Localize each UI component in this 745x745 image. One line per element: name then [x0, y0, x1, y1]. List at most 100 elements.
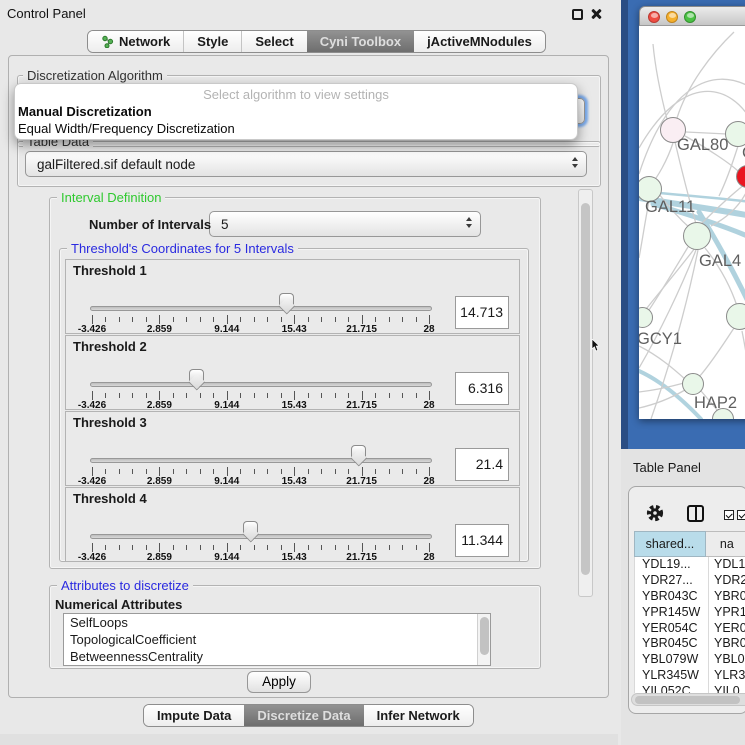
bottom-strip: [0, 734, 618, 745]
network-canvas[interactable]: GAL80 G C GAL11 GAL4 GCY1 H HAP2: [639, 26, 745, 419]
listbox-scrollbar[interactable]: [477, 614, 490, 665]
scrollbar-thumb[interactable]: [480, 617, 489, 655]
combo-stepper-icon: [466, 217, 472, 228]
node-label-gal4: GAL4: [699, 252, 741, 271]
table-row[interactable]: YER054CYER0: [635, 621, 745, 637]
bottom-tab-bar: Impute Data Discretize Data Infer Networ…: [143, 704, 474, 727]
attributes-listbox[interactable]: SelfLoops TopologicalCoefficient Between…: [63, 613, 491, 666]
tab-jactivemnodules[interactable]: jActiveMNodules: [414, 31, 545, 52]
node-label-hap2: HAP2: [694, 394, 737, 413]
threshold-slider-2[interactable]: -3.4262.8599.14415.4321.71528: [66, 336, 519, 409]
tab-network[interactable]: Network: [88, 31, 183, 52]
table-hscrollbar[interactable]: [631, 693, 745, 706]
threshold-slider-1[interactable]: -3.4262.8599.14415.4321.71528: [66, 260, 519, 333]
slider-track[interactable]: [90, 458, 432, 463]
checkbox-icon[interactable]: [737, 510, 745, 520]
close-icon[interactable]: [590, 8, 602, 20]
list-item[interactable]: BetweennessCentrality: [64, 648, 490, 665]
threshold-slider-4[interactable]: -3.4262.8599.14415.4321.71528: [66, 488, 519, 561]
table-panel-body: shared... na YDL19...YDL1 YDR27...YDR2 Y…: [628, 486, 745, 714]
node-label-gal11: GAL11: [645, 198, 695, 217]
table-row[interactable]: YDR27...YDR2: [635, 573, 745, 589]
tab-infer-network[interactable]: Infer Network: [364, 705, 473, 726]
table-toolbar: [629, 487, 745, 529]
popup-placeholder: Select algorithm to view settings: [15, 86, 577, 103]
combo-stepper-icon: [572, 157, 578, 168]
interval-definition-group-label: Interval Definition: [57, 190, 165, 205]
network-node-hap2[interactable]: [682, 373, 704, 395]
threshold-value-field[interactable]: 6.316: [455, 372, 509, 405]
algorithm-dropdown-popup: Select algorithm to view settings Manual…: [14, 83, 578, 140]
slider-knob[interactable]: [279, 293, 294, 305]
node-table: shared... na YDL19...YDL1 YDR27...YDR2 Y…: [634, 531, 745, 693]
slider-knob[interactable]: [243, 521, 258, 533]
popup-option-equal-width-frequency[interactable]: Equal Width/Frequency Discretization: [15, 120, 577, 137]
threshold-value-field[interactable]: 21.4: [455, 448, 509, 481]
split-view-icon[interactable]: [687, 505, 704, 522]
checkbox-icon[interactable]: [724, 510, 734, 520]
table-data-combobox[interactable]: galFiltered.sif default node: [25, 151, 587, 177]
network-view-panel: GAL80 G C GAL11 GAL4 GCY1 H HAP2: [621, 0, 745, 449]
table-row[interactable]: YBR045CYBR0: [635, 636, 745, 652]
slider-knob[interactable]: [189, 369, 204, 381]
slider-knob[interactable]: [351, 445, 366, 457]
settings-scrollbar[interactable]: [578, 189, 593, 597]
scrollbar-thumb[interactable]: [635, 696, 740, 704]
node-label-gal80: GAL80: [677, 136, 728, 155]
popup-option-manual-discretization[interactable]: Manual Discretization: [15, 103, 577, 120]
network-node-gal4[interactable]: [683, 222, 711, 250]
number-of-intervals-label: Number of Intervals: [85, 217, 215, 232]
threshold-slider-3[interactable]: -3.4262.8599.14415.4321.71528: [66, 412, 519, 485]
tab-network-label: Network: [119, 31, 170, 52]
top-tab-bar: Network Style Select Cyni Toolbox jActiv…: [87, 30, 546, 53]
table-row[interactable]: YPR145WYPR1: [635, 605, 745, 621]
minimize-traffic-light-icon[interactable]: [666, 11, 678, 23]
slider-track[interactable]: [90, 382, 432, 387]
tab-style[interactable]: Style: [183, 31, 241, 52]
table-header: shared... na: [634, 531, 745, 557]
tab-discretize-data[interactable]: Discretize Data: [244, 705, 363, 726]
control-panel-title: Control Panel: [7, 6, 86, 21]
thresholds-group-label: Threshold's Coordinates for 5 Intervals: [67, 241, 298, 256]
node-label-gcy1: GCY1: [639, 330, 682, 349]
zoom-traffic-light-icon[interactable]: [684, 11, 696, 23]
table-panel-title: Table Panel: [633, 460, 701, 475]
discretization-algorithm-group-label: Discretization Algorithm: [23, 68, 167, 83]
network-window: GAL80 G C GAL11 GAL4 GCY1 H HAP2: [639, 6, 745, 419]
threshold-panel-3: Threshold 3 -3.4262.8599.14415.4321.7152…: [65, 411, 520, 486]
table-body: YDL19...YDL1 YDR27...YDR2 YBR043CYBR0 YP…: [634, 557, 745, 693]
column-header-name[interactable]: na: [706, 531, 745, 557]
threshold-panel-2: Threshold 2 -3.4262.8599.14415.4321.7152…: [65, 335, 520, 410]
list-item[interactable]: SelfLoops: [64, 614, 490, 631]
threshold-value-field[interactable]: 14.713: [455, 296, 509, 329]
screen: Control Panel Network Style Select Cyni …: [0, 0, 745, 745]
tab-cyni-toolbox[interactable]: Cyni Toolbox: [307, 31, 414, 52]
gear-icon[interactable]: [645, 503, 665, 528]
float-window-icon[interactable]: [572, 9, 583, 20]
list-item[interactable]: TopologicalCoefficient: [64, 631, 490, 648]
attributes-group-label: Attributes to discretize: [57, 578, 193, 593]
close-traffic-light-icon[interactable]: [648, 11, 660, 23]
network-window-titlebar: [639, 6, 745, 26]
apply-button[interactable]: Apply: [247, 671, 311, 693]
slider-tick-labels: -3.4262.8599.14415.4321.71528: [92, 552, 429, 564]
slider-track[interactable]: [90, 306, 432, 311]
table-row[interactable]: YBR043CYBR0: [635, 589, 745, 605]
slider-track[interactable]: [90, 534, 432, 539]
scrollbar-thumb[interactable]: [581, 203, 590, 575]
column-header-shared-name[interactable]: shared...: [634, 531, 706, 557]
threshold-value-field[interactable]: 11.344: [455, 524, 509, 557]
table-row[interactable]: YBL079WYBL0: [635, 652, 745, 668]
table-panel: Table Panel shared... na: [621, 449, 745, 745]
tab-impute-data[interactable]: Impute Data: [144, 705, 244, 726]
table-row[interactable]: YLR345WYLR3: [635, 668, 745, 684]
number-of-intervals-combobox[interactable]: 5: [209, 211, 481, 237]
table-row[interactable]: YDL19...YDL1: [635, 557, 745, 573]
threshold-panel-4: Threshold 4 -3.4262.8599.14415.4321.7152…: [65, 487, 520, 562]
tab-select[interactable]: Select: [241, 31, 306, 52]
network-icon: [101, 35, 114, 48]
cyni-toolbox-panel: Discretization Algorithm Select algorith…: [8, 55, 609, 698]
table-row[interactable]: YIL052CYIL0: [635, 684, 745, 693]
mouse-cursor: [591, 339, 600, 357]
threshold-panel-1: Threshold 1 -3.4262.8599.14415.4321.7152…: [65, 259, 520, 334]
